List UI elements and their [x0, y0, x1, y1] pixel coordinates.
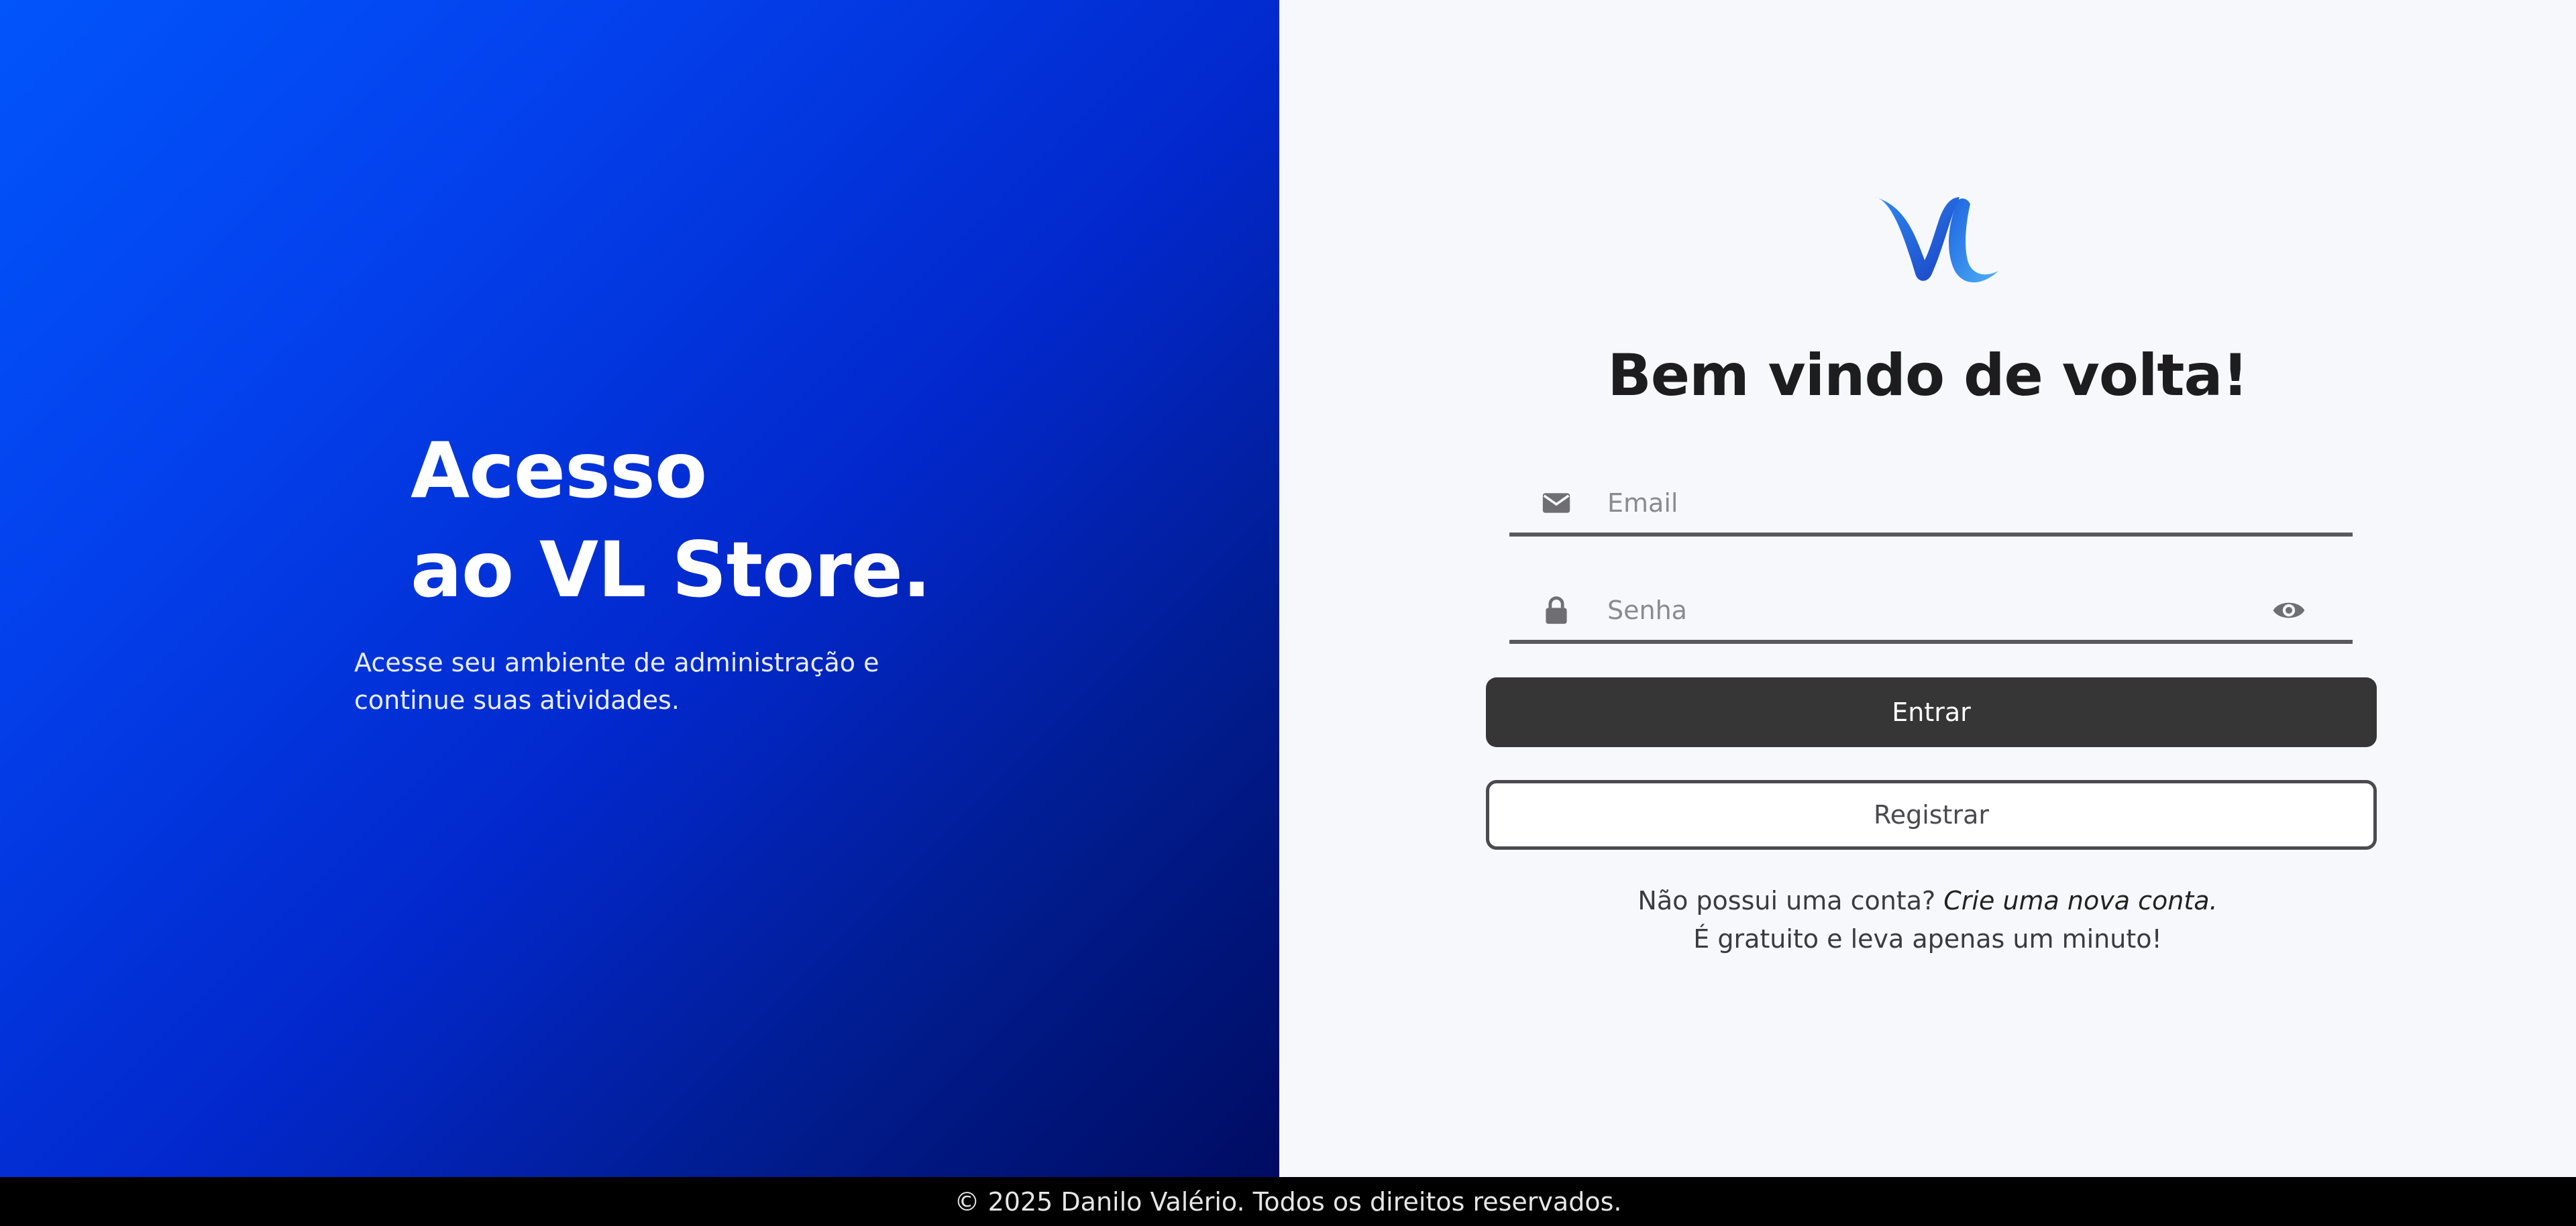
vl-logo-icon — [1875, 197, 1998, 283]
password-input[interactable] — [1607, 583, 2211, 637]
signup-free-note: É gratuito e leva apenas um minuto! — [1693, 924, 2162, 954]
register-button[interactable]: Registrar — [1486, 780, 2377, 850]
login-button[interactable]: Entrar — [1486, 677, 2377, 747]
hero-subtitle: Acesse seu ambiente de administração e c… — [354, 648, 879, 715]
email-field — [1509, 469, 2353, 537]
eye-icon[interactable] — [2272, 597, 2306, 624]
login-panel: Bem vindo de volta! Entrar Registrar — [1279, 0, 2576, 1177]
welcome-heading: Bem vindo de volta! — [1607, 342, 2249, 409]
email-input[interactable] — [1607, 476, 2211, 530]
password-field — [1509, 577, 2353, 644]
copyright-text: © 2025 Danilo Valério. Todos os direitos… — [954, 1186, 1622, 1217]
signup-prompt: Não possui uma conta? — [1638, 886, 1936, 915]
hero-title-line-1: Acesso — [411, 426, 707, 515]
signup-note: Não possui uma conta? Crie uma nova cont… — [1279, 882, 2576, 958]
footer: © 2025 Danilo Valério. Todos os direitos… — [0, 1177, 2576, 1226]
hero-title: Acesso ao VL Store. — [411, 421, 931, 620]
signup-link[interactable]: Crie uma nova conta. — [1943, 886, 2217, 915]
signup-prompt-line: Não possui uma conta? Crie uma nova cont… — [1279, 882, 2576, 920]
hero-title-line-2: ao VL Store. — [411, 525, 931, 614]
login-page: Acesso ao VL Store. Acesse seu ambiente … — [0, 0, 2576, 1226]
hero-panel: Acesso ao VL Store. Acesse seu ambiente … — [0, 0, 1279, 1177]
lock-icon — [1546, 596, 1567, 624]
envelope-icon — [1542, 493, 1570, 513]
